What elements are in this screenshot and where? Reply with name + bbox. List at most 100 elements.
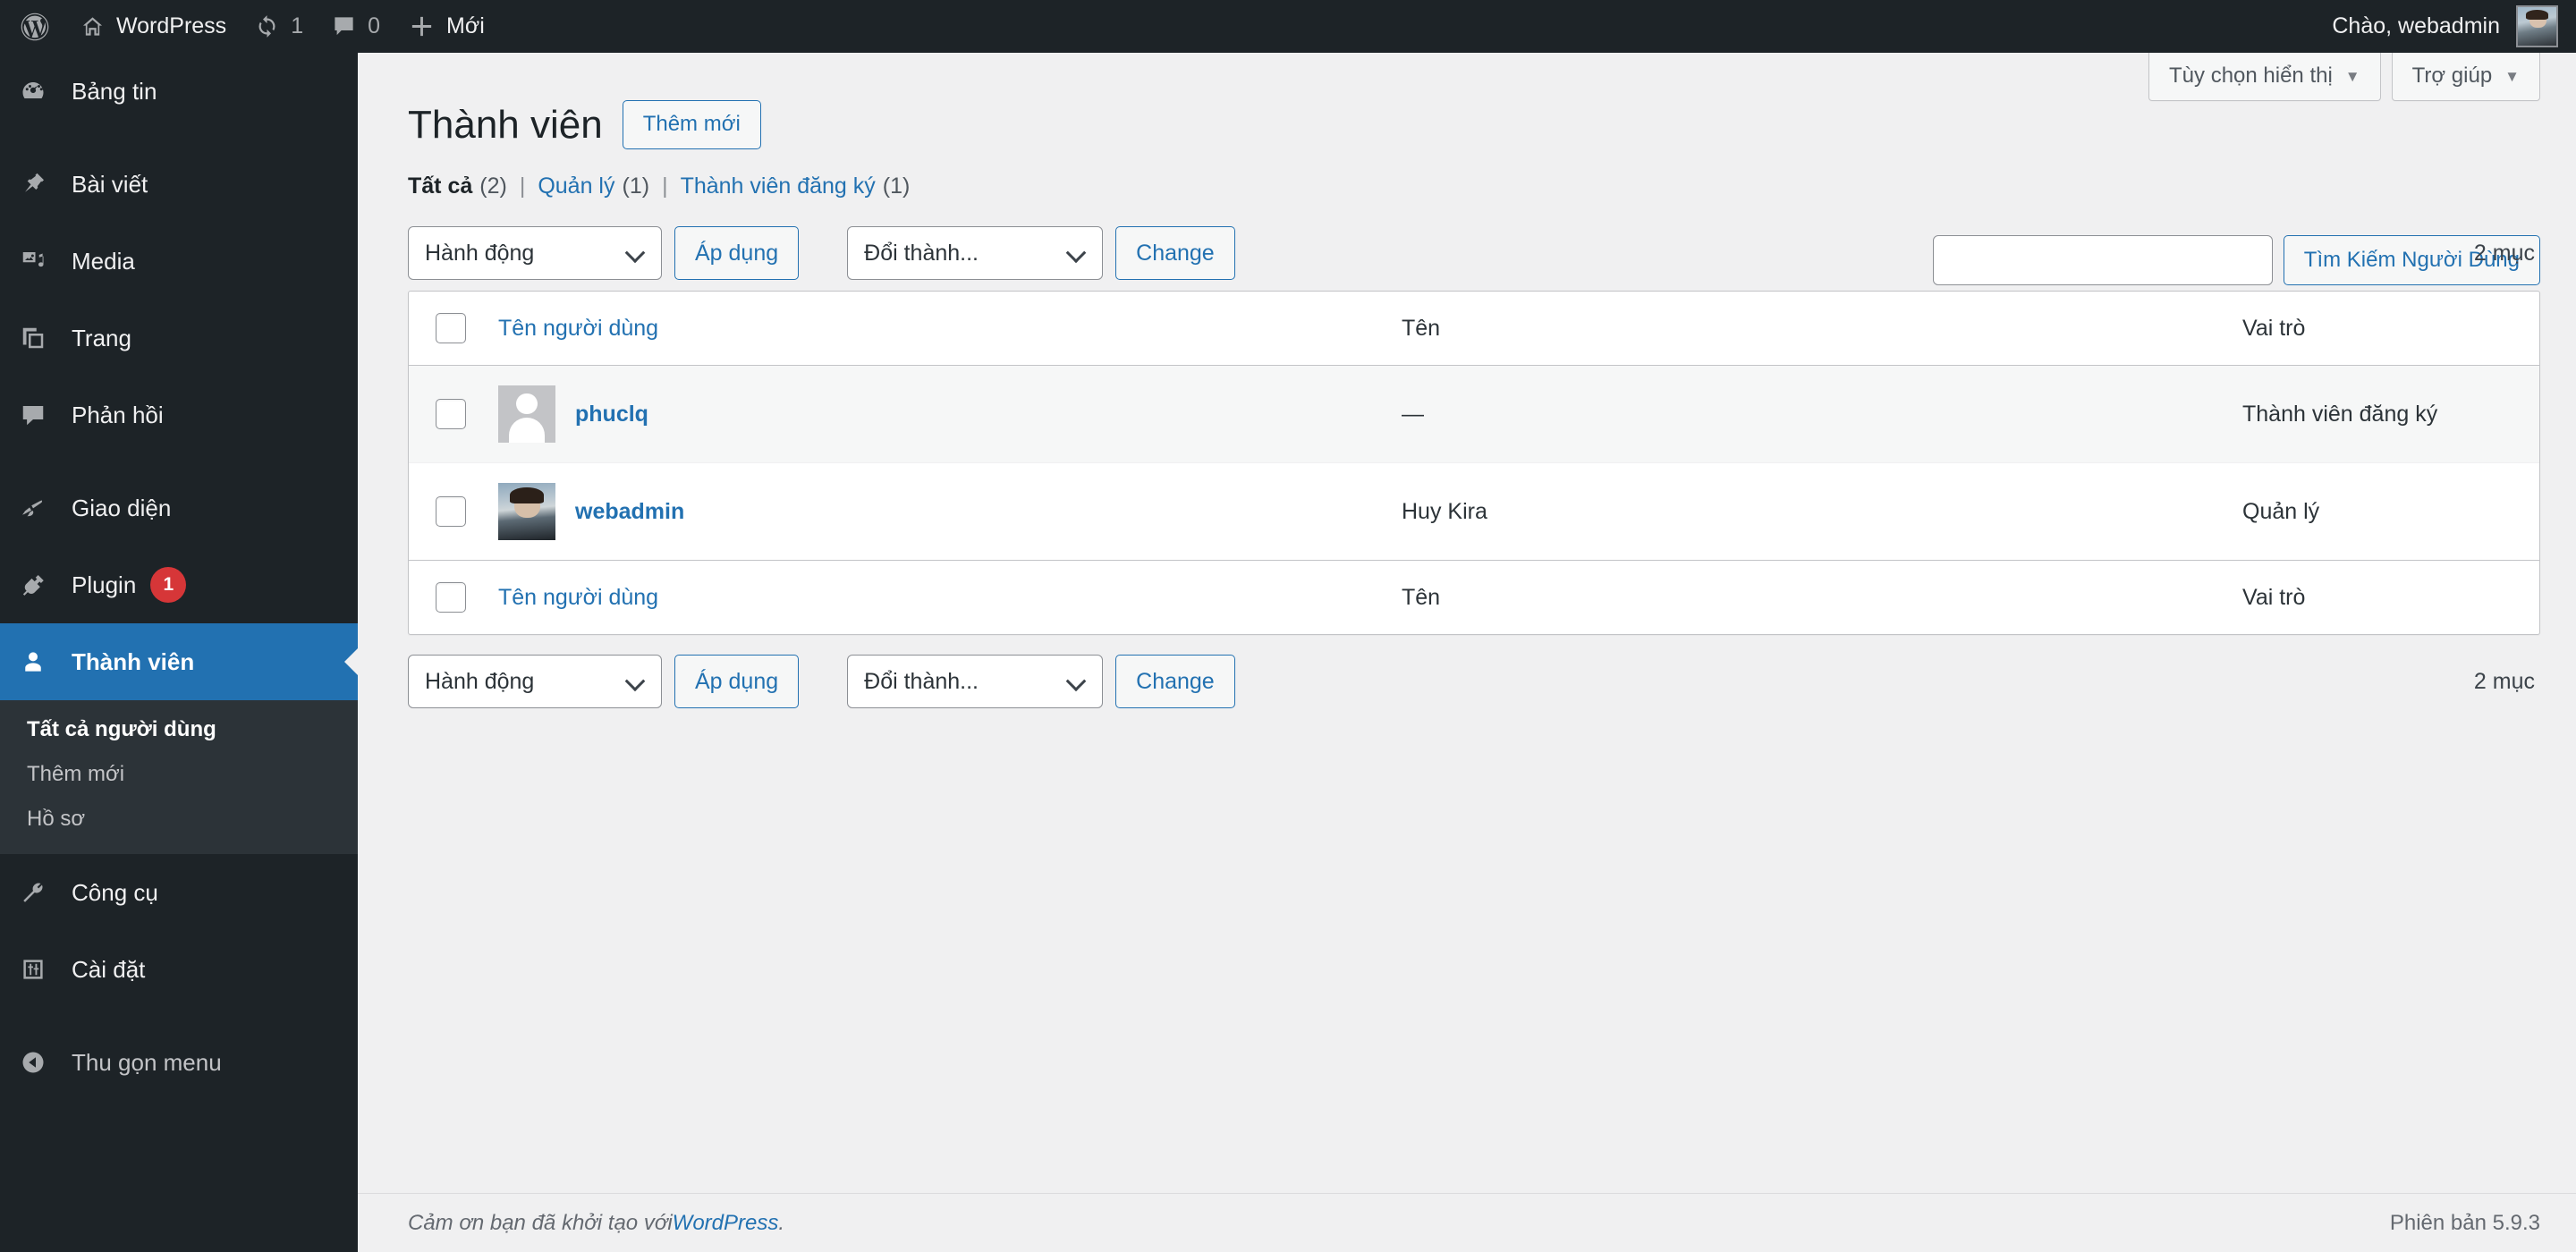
updates-icon bbox=[255, 14, 279, 38]
bulk-action-select-top[interactable]: Hành động bbox=[408, 226, 662, 281]
sidebar-item-label: Trang bbox=[72, 324, 131, 351]
comments-count: 0 bbox=[368, 13, 380, 38]
bulk-action-select-bottom[interactable]: Hành động bbox=[408, 655, 662, 709]
pages-icon bbox=[20, 325, 72, 351]
row-select-cell bbox=[409, 462, 486, 560]
sidebar-item-users[interactable]: Thành viên bbox=[0, 623, 359, 700]
displaying-num-top: 2 mục bbox=[2473, 240, 2535, 266]
my-account-button[interactable]: Chào, webadmin bbox=[2332, 0, 2576, 53]
submenu-item-add-new[interactable]: Thêm mới bbox=[0, 752, 358, 797]
role-change-select-bottom[interactable]: Đổi thành... bbox=[847, 655, 1104, 709]
submenu-item-profile[interactable]: Hồ sơ bbox=[0, 797, 358, 842]
comment-bubble-icon bbox=[332, 14, 356, 38]
footer-thanks-prefix: Cảm ơn bạn đã khởi tạo với bbox=[408, 1210, 673, 1235]
column-footer-role: Vai trò bbox=[2230, 560, 2539, 634]
users-table: Tên người dùng Tên Vai trò phuclq — Thàn… bbox=[408, 291, 2540, 636]
sidebar-item-appearance[interactable]: Giao diện bbox=[0, 470, 358, 546]
main-content: Tùy chọn hiển thị ▼ Trợ giúp ▼ Thành viê… bbox=[358, 53, 2576, 1252]
role-change-select-wrapper-bottom: Đổi thành... bbox=[847, 655, 1104, 709]
updates-button[interactable]: 1 bbox=[241, 0, 318, 53]
select-all-footer bbox=[409, 560, 486, 634]
screen-meta-links: Tùy chọn hiển thị ▼ Trợ giúp ▼ bbox=[2138, 53, 2540, 101]
comments-icon bbox=[20, 402, 72, 428]
column-header-role: Vai trò bbox=[2230, 292, 2539, 367]
row-checkbox[interactable] bbox=[436, 496, 466, 528]
bulk-apply-button-top[interactable]: Áp dụng bbox=[674, 226, 800, 281]
table-row: webadmin Huy Kira Quản lý bbox=[409, 462, 2539, 560]
sidebar-item-label: Cài đặt bbox=[72, 955, 146, 983]
updates-count: 1 bbox=[291, 13, 304, 38]
column-footer-username-link[interactable]: Tên người dùng bbox=[498, 585, 658, 610]
row-name-value: — bbox=[1402, 401, 1424, 427]
user-link[interactable]: webadmin bbox=[575, 499, 684, 525]
tablenav-top: Hành động Áp dụng Đổi thành... Change 2 … bbox=[408, 224, 2540, 282]
site-name-label: WordPress bbox=[116, 13, 227, 38]
users-table-head: Tên người dùng Tên Vai trò bbox=[409, 292, 2539, 367]
sidebar-item-label: Giao diện bbox=[72, 494, 172, 521]
sidebar-item-tools[interactable]: Công cụ bbox=[0, 854, 358, 931]
users-table-foot: Tên người dùng Tên Vai trò bbox=[409, 560, 2539, 634]
wordpress-logo-icon bbox=[20, 12, 50, 42]
row-role-cell: Quản lý bbox=[2230, 462, 2539, 560]
sidebar-item-comments[interactable]: Phản hồi bbox=[0, 376, 358, 453]
row-username-cell: phuclq bbox=[486, 366, 1389, 462]
sidebar-item-settings[interactable]: Cài đặt bbox=[0, 931, 358, 1008]
bulk-action-select-wrapper-top: Hành động bbox=[408, 226, 662, 281]
plugin-plug-icon bbox=[20, 571, 72, 598]
select-all-checkbox-top[interactable] bbox=[436, 313, 466, 344]
filter-count-all: (2) bbox=[479, 173, 507, 199]
filter-divider: | bbox=[519, 173, 526, 199]
users-icon bbox=[20, 648, 72, 675]
column-header-name: Tên bbox=[1389, 292, 2230, 367]
tools-wrench-icon bbox=[20, 879, 72, 906]
submenu-item-all-users[interactable]: Tất cả người dùng bbox=[0, 707, 358, 752]
screen-options-button[interactable]: Tùy chọn hiển thị ▼ bbox=[2148, 53, 2381, 101]
sidebar-item-media[interactable]: Media bbox=[0, 223, 358, 300]
role-change-button-bottom[interactable]: Change bbox=[1115, 655, 1235, 709]
collapse-menu-button[interactable]: Thu gọn menu bbox=[0, 1024, 358, 1101]
wordpress-logo-button[interactable] bbox=[0, 0, 66, 53]
filter-divider: | bbox=[662, 173, 668, 199]
filter-count-administrator: (1) bbox=[622, 173, 650, 199]
role-change-select-top[interactable]: Đổi thành... bbox=[847, 226, 1104, 281]
users-submenu: Tất cả người dùng Thêm mới Hồ sơ bbox=[0, 700, 358, 854]
help-button[interactable]: Trợ giúp ▼ bbox=[2391, 53, 2540, 101]
avatar bbox=[2516, 5, 2558, 47]
sidebar-item-plugins[interactable]: Plugin 1 bbox=[0, 546, 358, 623]
role-change-select-wrapper-top: Đổi thành... bbox=[847, 226, 1104, 281]
filter-link-administrator[interactable]: Quản lý bbox=[538, 173, 614, 199]
filter-item-administrator: Quản lý (1) | bbox=[538, 173, 680, 199]
collapse-arrow-icon bbox=[20, 1049, 72, 1076]
sidebar-item-label: Plugin bbox=[72, 571, 137, 598]
select-all-checkbox-bottom[interactable] bbox=[436, 582, 466, 613]
column-header-username: Tên người dùng bbox=[486, 292, 1389, 367]
plus-icon bbox=[409, 13, 435, 39]
admin-bar: WordPress 1 0 Mới Chào, webadmin bbox=[0, 0, 2576, 53]
caret-down-icon: ▼ bbox=[2504, 67, 2520, 85]
filter-item-subscriber: Thành viên đăng ký (1) bbox=[681, 173, 911, 199]
sidebar-item-label: Phản hồi bbox=[72, 401, 164, 428]
row-checkbox[interactable] bbox=[436, 399, 466, 430]
photo-avatar bbox=[498, 483, 555, 541]
screen-options-label: Tùy chọn hiển thị bbox=[2169, 63, 2333, 88]
collapse-menu-label: Thu gọn menu bbox=[72, 1048, 222, 1076]
site-name-button[interactable]: WordPress bbox=[66, 0, 241, 53]
media-icon bbox=[20, 248, 72, 275]
add-new-user-button[interactable]: Thêm mới bbox=[622, 100, 761, 149]
new-content-button[interactable]: Mới bbox=[394, 0, 499, 53]
comments-button[interactable]: 0 bbox=[318, 0, 394, 53]
column-footer-name: Tên bbox=[1389, 560, 2230, 634]
filter-link-all[interactable]: Tất cả bbox=[408, 173, 472, 199]
sidebar-item-pages[interactable]: Trang bbox=[0, 300, 358, 376]
role-change-button-top[interactable]: Change bbox=[1115, 226, 1235, 281]
footer-wordpress-link[interactable]: WordPress bbox=[673, 1211, 779, 1236]
bulk-apply-button-bottom[interactable]: Áp dụng bbox=[674, 655, 800, 709]
column-header-role-label: Vai trò bbox=[2242, 315, 2306, 341]
sidebar-item-label: Công cụ bbox=[72, 878, 158, 906]
users-table-body: phuclq — Thành viên đăng ký webadmin Huy… bbox=[409, 366, 2539, 560]
sidebar-item-posts[interactable]: Bài viết bbox=[0, 146, 358, 223]
user-link[interactable]: phuclq bbox=[575, 402, 648, 427]
filter-link-subscriber[interactable]: Thành viên đăng ký bbox=[681, 173, 876, 199]
sidebar-item-dashboard[interactable]: Bảng tin bbox=[0, 53, 358, 130]
column-header-username-link[interactable]: Tên người dùng bbox=[498, 316, 658, 341]
